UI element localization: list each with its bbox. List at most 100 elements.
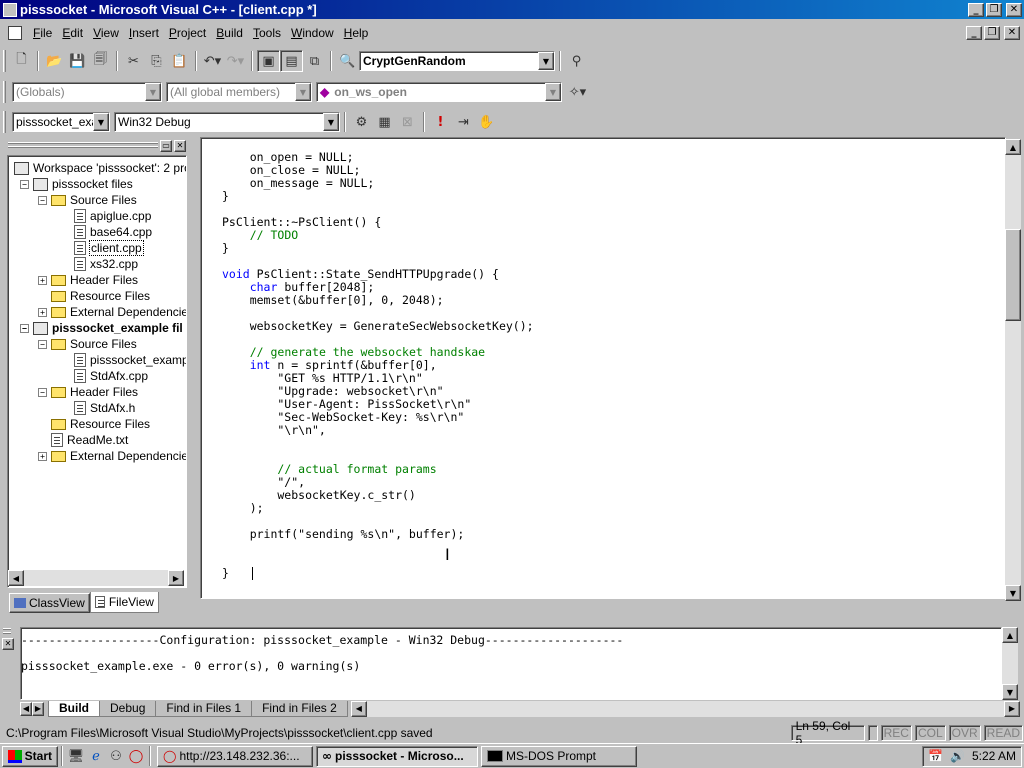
collapse-icon[interactable]: − <box>38 387 47 397</box>
class-combo[interactable]: (Globals) ▼ <box>12 82 162 102</box>
stop-build-icon[interactable]: ⊠ <box>396 111 419 133</box>
wizard-action-icon[interactable]: ✧▾ <box>566 81 589 103</box>
chevron-down-icon[interactable]: ▼ <box>323 113 339 131</box>
find-in-files-icon[interactable]: 🔍 <box>336 50 359 72</box>
chevron-down-icon[interactable]: ▼ <box>93 113 109 131</box>
tree-item-file[interactable]: base64.cpp <box>74 224 152 240</box>
scroll-up-icon[interactable]: ▲ <box>1002 627 1018 643</box>
editor-hscrollbar[interactable]: ◀ ▶ <box>201 598 1005 599</box>
scroll-thumb[interactable] <box>1005 229 1021 321</box>
panel-close-button[interactable]: ✕ <box>174 140 186 152</box>
scheduler-icon[interactable]: 📅 <box>928 749 943 763</box>
tree-item-folder[interactable]: Resource Files <box>51 416 150 432</box>
execute-icon[interactable]: ! <box>429 111 452 133</box>
opera-icon[interactable]: ◯ <box>126 745 146 767</box>
output-close-button[interactable]: ✕ <box>2 638 14 650</box>
code-text[interactable]: on_open = NULL; on_close = NULL; on_mess… <box>222 151 534 580</box>
scroll-left-icon[interactable]: ◀ <box>8 570 24 586</box>
tree-item-project[interactable]: − pisssocket files <box>20 176 133 192</box>
clock[interactable]: 5:22 AM <box>972 749 1016 763</box>
members-combo[interactable]: ◆ on_ws_open ▼ <box>316 82 562 102</box>
tree-item-folder[interactable]: + External Dependencies <box>38 448 186 464</box>
tab-find-in-files-1[interactable]: Find in Files 1 <box>155 700 253 717</box>
menu-window[interactable]: Window <box>286 26 339 40</box>
collapse-icon[interactable]: − <box>20 179 29 189</box>
minimize-button[interactable]: _ <box>968 2 984 17</box>
tab-build[interactable]: Build <box>48 700 100 717</box>
tree-item-file[interactable]: StdAfx.cpp <box>74 368 148 384</box>
editor-vscroll-outer[interactable]: ▲ ▼ <box>1005 139 1021 601</box>
scroll-thumb[interactable] <box>217 598 255 599</box>
find-binoculars-icon[interactable]: ⚲ <box>565 50 588 72</box>
output-window-icon[interactable]: ▤ <box>280 50 303 72</box>
tree-item-file[interactable]: xs32.cpp <box>74 256 138 272</box>
tab-debug[interactable]: Debug <box>99 700 157 717</box>
expand-icon[interactable]: + <box>38 451 47 461</box>
volume-icon[interactable]: 🔊 <box>950 749 965 763</box>
collapse-icon[interactable]: − <box>20 323 29 333</box>
code-editor[interactable]: on_open = NULL; on_close = NULL; on_mess… <box>200 137 1006 599</box>
scroll-right-icon[interactable]: ▶ <box>1004 700 1020 717</box>
filter-combo[interactable]: (All global members) ▼ <box>166 82 312 102</box>
start-button[interactable]: Start <box>2 745 58 767</box>
panel-restore-button[interactable]: ▭ <box>160 140 172 152</box>
scroll-right-icon[interactable]: ▶ <box>168 570 184 586</box>
menu-insert[interactable]: Insert <box>124 26 164 40</box>
breakpoint-hand-icon[interactable]: ✋ <box>475 111 498 133</box>
chevron-down-icon[interactable]: ▼ <box>145 83 161 101</box>
task-msdos[interactable]: MS-DOS Prompt <box>481 745 637 767</box>
task-browser[interactable]: ◯ http://23.148.232.36:... <box>157 745 313 767</box>
tree-item-file[interactable]: ReadMe.txt <box>51 432 128 448</box>
workspace-window-icon[interactable]: ▣ <box>257 50 280 72</box>
expand-icon[interactable]: + <box>38 307 47 317</box>
output-vscrollbar[interactable]: ▲ ▼ <box>1002 627 1018 700</box>
chevron-down-icon[interactable]: ▼ <box>545 83 561 101</box>
show-desktop-icon[interactable]: 🖥 <box>66 745 86 767</box>
config-combo[interactable]: Win32 Debug ▼ <box>114 112 340 132</box>
tree-item-folder[interactable]: − Header Files <box>38 384 138 400</box>
task-visual-cpp[interactable]: ∞ pisssocket - Microso... <box>316 745 478 767</box>
expand-icon[interactable]: + <box>38 275 47 285</box>
tree-item-folder[interactable]: − Source Files <box>38 336 137 352</box>
workspace-tree[interactable]: Workspace 'pisssocket': 2 proje − pisssoc… <box>7 155 187 588</box>
title-bar[interactable]: pisssocket - Microsoft Visual C++ - [cli… <box>0 0 1024 19</box>
menu-project[interactable]: Project <box>164 26 211 40</box>
copy-icon[interactable]: ⎘ <box>145 50 168 72</box>
menu-file[interactable]: File <box>28 26 57 40</box>
scroll-down-icon[interactable]: ▼ <box>1002 684 1018 700</box>
tree-item-file[interactable]: StdAfx.h <box>74 400 135 416</box>
tree-item-file[interactable]: pisssocket_exampl <box>74 352 186 368</box>
tree-item-folder[interactable]: − Source Files <box>38 192 137 208</box>
menu-tools[interactable]: Tools <box>248 26 286 40</box>
document-icon[interactable] <box>8 26 22 40</box>
doc-minimize-button[interactable]: _ <box>966 26 982 40</box>
new-text-file-icon[interactable]: 🗋 <box>10 50 33 72</box>
tree-item-project-active[interactable]: − pisssocket_example fil <box>20 320 183 336</box>
internet-explorer-icon[interactable]: ℯ <box>86 745 106 767</box>
app-icon[interactable] <box>3 2 17 17</box>
open-folder-icon[interactable]: 📂 <box>43 50 66 72</box>
chevron-down-icon[interactable]: ▼ <box>538 52 554 70</box>
tab-find-in-files-2[interactable]: Find in Files 2 <box>251 700 348 717</box>
scroll-up-icon[interactable]: ▲ <box>1005 139 1021 155</box>
window-list-icon[interactable]: ⧉ <box>303 50 326 72</box>
compile-icon[interactable]: ⚙ <box>350 111 373 133</box>
menu-view[interactable]: View <box>88 26 124 40</box>
chevron-down-icon[interactable]: ▼ <box>295 83 311 101</box>
scroll-down-icon[interactable]: ▼ <box>1005 585 1021 601</box>
tree-item-file[interactable]: apiglue.cpp <box>74 208 151 224</box>
tab-classview[interactable]: ClassView <box>9 592 90 613</box>
undo-icon[interactable]: ↶▾ <box>201 50 224 72</box>
project-combo[interactable]: pisssocket_exan ▼ <box>12 112 110 132</box>
tab-fileview[interactable]: FileView <box>89 592 159 613</box>
redo-icon[interactable]: ↷▾ <box>224 50 247 72</box>
paste-icon[interactable]: 📋 <box>168 50 191 72</box>
find-combo[interactable]: CryptGenRandom ▼ <box>359 51 555 71</box>
tree-item-folder[interactable]: + Header Files <box>38 272 138 288</box>
collapse-icon[interactable]: − <box>38 195 47 205</box>
tree-item-workspace[interactable]: Workspace 'pisssocket': 2 proje <box>14 160 186 176</box>
menu-build[interactable]: Build <box>211 26 248 40</box>
tree-item-folder[interactable]: Resource Files <box>51 288 150 304</box>
tree-item-folder[interactable]: + External Dependencies <box>38 304 186 320</box>
scroll-right-icon[interactable]: ▶ <box>989 598 1005 599</box>
